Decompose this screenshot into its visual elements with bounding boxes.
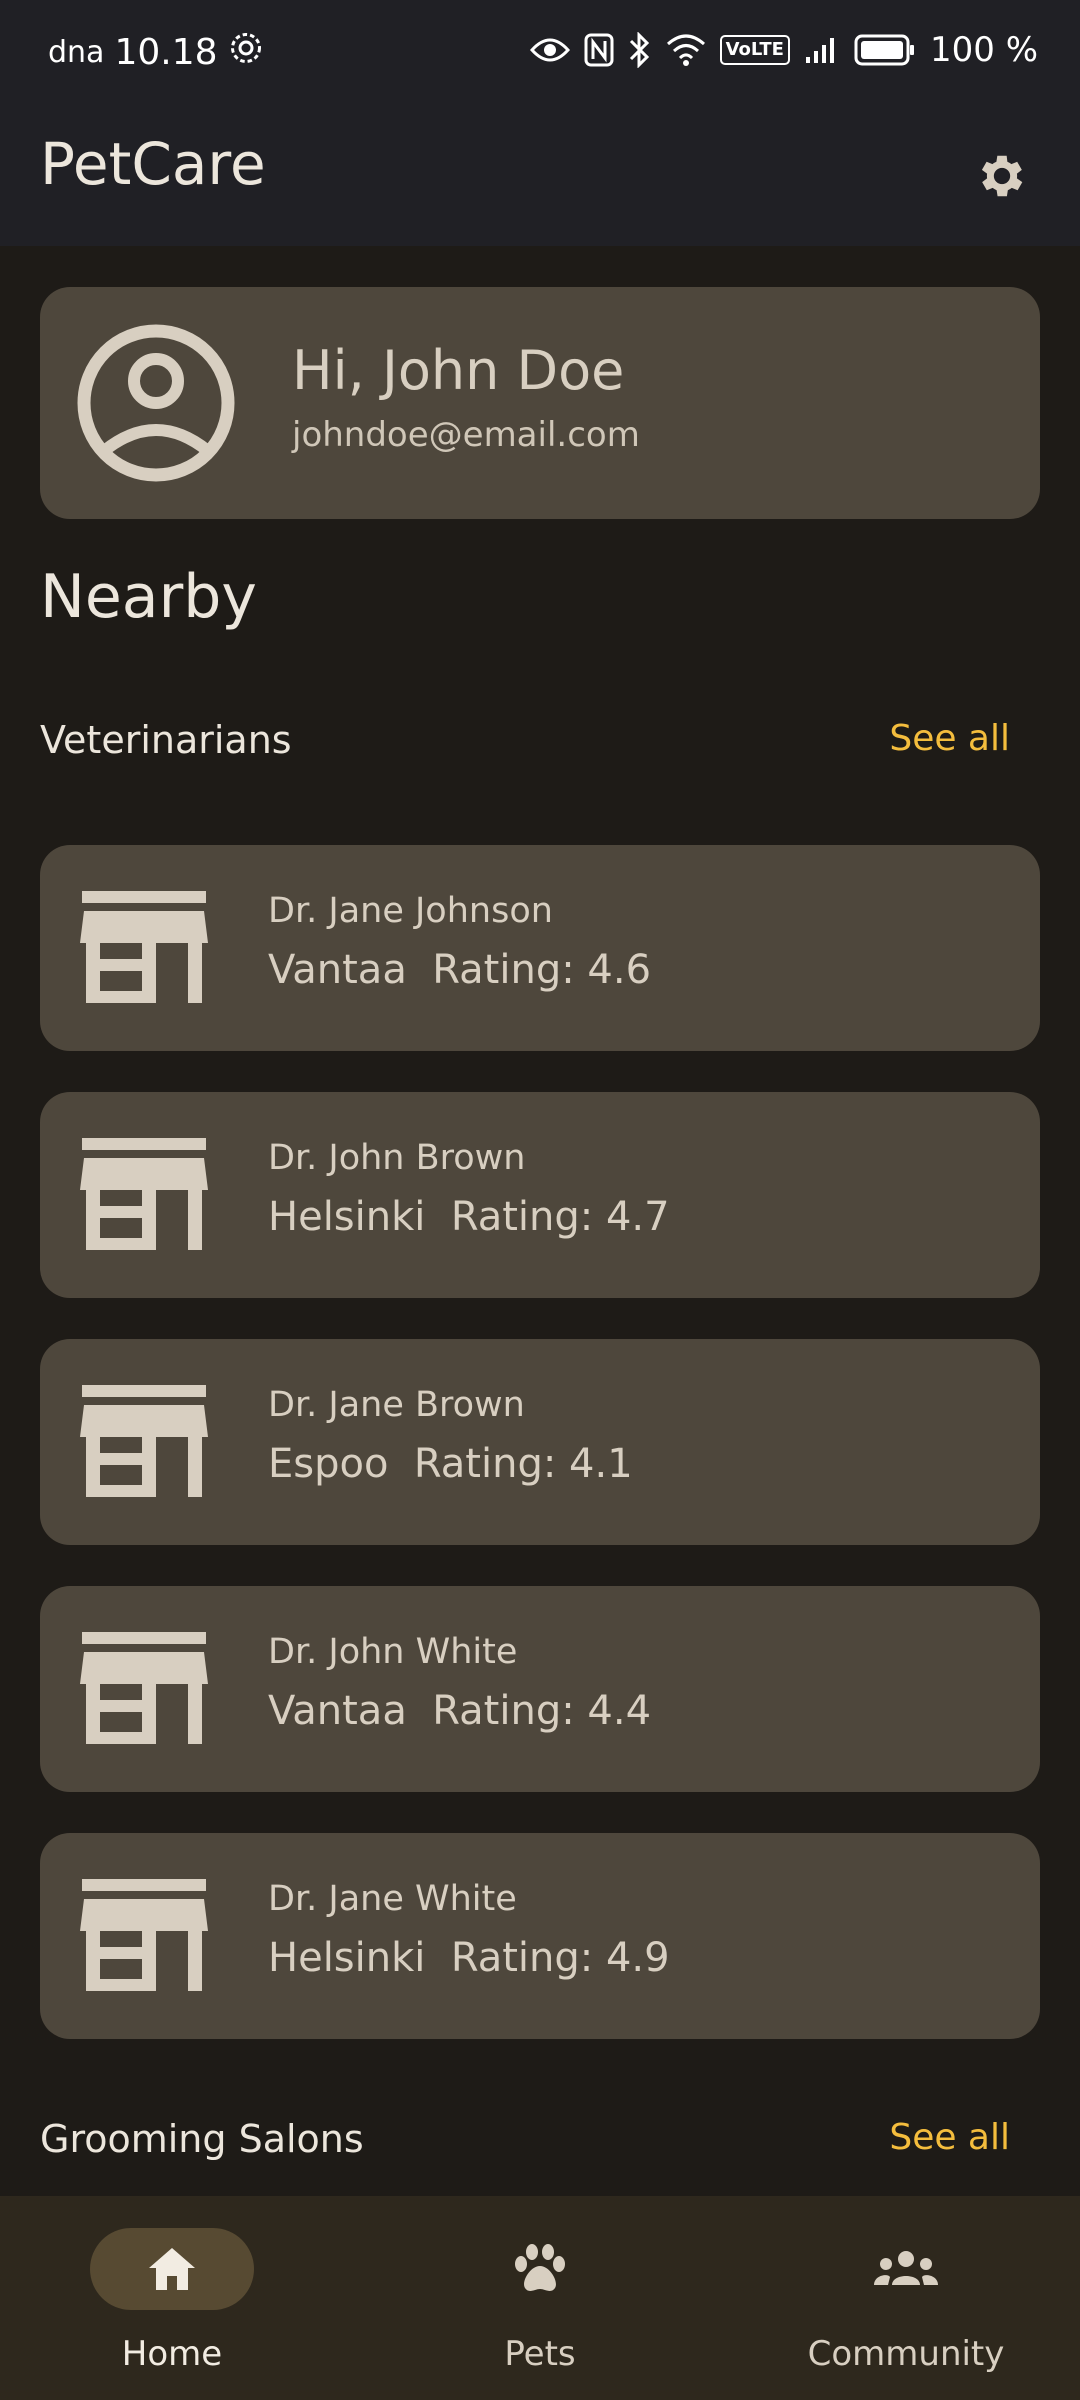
status-bar: dna 10.18 VoLTE 100 % xyxy=(0,0,1080,104)
nav-label-home: Home xyxy=(121,2334,223,2374)
battery-icon xyxy=(854,34,916,66)
store-icon xyxy=(80,1385,208,1497)
veterinarian-card[interactable]: Dr. Jane Johnson Vantaa Rating: 4.6 xyxy=(40,845,1040,1051)
nav-indicator xyxy=(90,2228,254,2310)
see-all-veterinarians-link[interactable]: See all xyxy=(889,718,1010,759)
carrier-label: dna xyxy=(48,35,105,70)
nfc-icon xyxy=(584,33,614,67)
store-icon xyxy=(80,1138,208,1250)
app-title: PetCare xyxy=(40,130,266,198)
grooming-header: Grooming Salons See all xyxy=(40,2117,1040,2177)
nav-item-community[interactable]: Community xyxy=(756,2196,1056,2400)
profile-card[interactable]: Hi, John Doe johndoe@email.com xyxy=(40,287,1040,519)
veterinarian-card[interactable]: Dr. Jane White Helsinki Rating: 4.9 xyxy=(40,1833,1040,2039)
store-icon xyxy=(80,891,208,1003)
nav-label-community: Community xyxy=(807,2334,1005,2374)
status-left: dna 10.18 xyxy=(48,30,264,75)
veterinarian-location-rating: Vantaa Rating: 4.6 xyxy=(268,947,652,993)
clock: 10.18 xyxy=(114,32,218,73)
veterinarian-name: Dr. Jane Johnson xyxy=(268,891,553,931)
account-circle-icon xyxy=(77,324,235,482)
gear-icon xyxy=(981,155,1023,197)
grooming-salons-title: Grooming Salons xyxy=(40,2117,364,2161)
nav-pill-pets xyxy=(458,2228,622,2310)
veterinarian-card[interactable]: Dr. Jane Brown Espoo Rating: 4.1 xyxy=(40,1339,1040,1545)
veterinarian-location-rating: Espoo Rating: 4.1 xyxy=(268,1441,633,1487)
settings-button[interactable] xyxy=(962,136,1042,216)
app-bar: PetCare xyxy=(0,104,1080,246)
veterinarian-location-rating: Helsinki Rating: 4.9 xyxy=(268,1935,670,1981)
nav-pill-community xyxy=(824,2228,988,2310)
veterinarian-card[interactable]: Dr. John White Vantaa Rating: 4.4 xyxy=(40,1586,1040,1792)
nearby-title: Nearby xyxy=(40,562,257,632)
groups-icon xyxy=(874,2251,938,2285)
signal-icon xyxy=(804,35,840,65)
settings-gear-status-icon xyxy=(228,30,264,75)
veterinarians-header: Veterinarians See all xyxy=(40,718,1040,778)
battery-percent: 100 % xyxy=(929,30,1038,70)
nav-item-pets[interactable]: Pets xyxy=(390,2196,690,2400)
nav-label-pets: Pets xyxy=(504,2334,576,2374)
veterinarian-name: Dr. Jane Brown xyxy=(268,1385,525,1425)
veterinarian-location-rating: Vantaa Rating: 4.4 xyxy=(268,1688,652,1734)
nav-item-home[interactable]: Home xyxy=(22,2196,322,2400)
veterinarians-title: Veterinarians xyxy=(40,718,292,762)
home-icon xyxy=(149,2248,195,2290)
bluetooth-icon xyxy=(628,32,652,68)
store-icon xyxy=(80,1632,208,1744)
status-right: VoLTE 100 % xyxy=(529,30,1038,70)
see-all-grooming-link[interactable]: See all xyxy=(889,2117,1010,2158)
bottom-navigation: Home Pets Community xyxy=(0,2196,1080,2400)
veterinarian-card[interactable]: Dr. John Brown Helsinki Rating: 4.7 xyxy=(40,1092,1040,1298)
veterinarian-location-rating: Helsinki Rating: 4.7 xyxy=(268,1194,670,1240)
email-text: johndoe@email.com xyxy=(292,415,640,455)
wifi-icon xyxy=(666,34,706,66)
veterinarian-name: Dr. John White xyxy=(268,1632,518,1672)
volte-badge: VoLTE xyxy=(719,35,790,65)
paw-icon xyxy=(515,2244,565,2291)
eye-icon xyxy=(529,35,570,65)
store-icon xyxy=(80,1879,208,1991)
veterinarian-name: Dr. John Brown xyxy=(268,1138,526,1178)
veterinarian-name: Dr. Jane White xyxy=(268,1879,517,1919)
greeting-text: Hi, John Doe xyxy=(292,339,625,402)
